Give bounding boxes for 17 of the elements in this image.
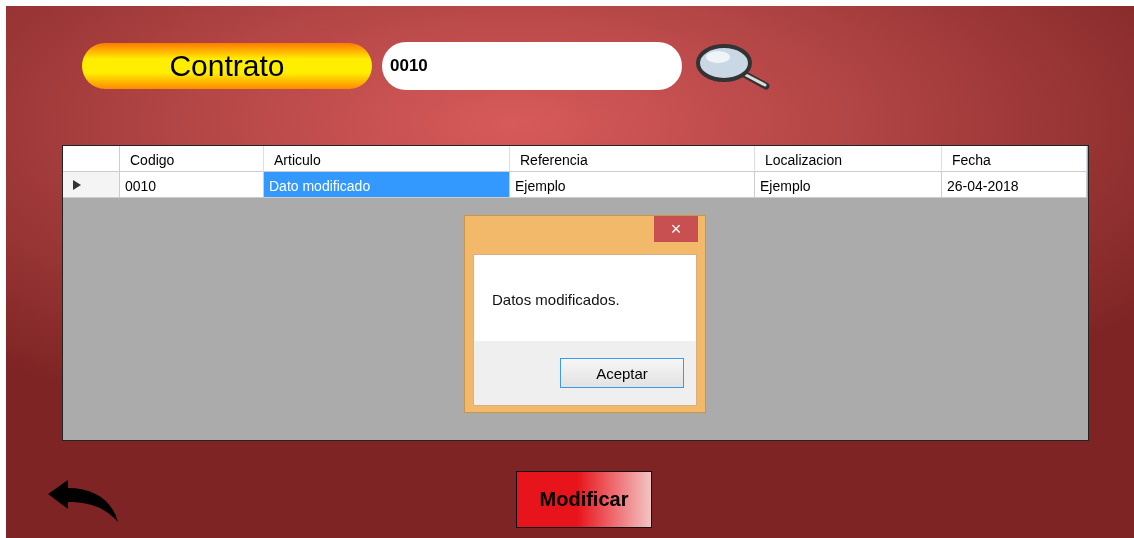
column-header[interactable]: Localizacion — [755, 146, 942, 172]
contract-label: Contrato — [82, 43, 372, 89]
accept-button[interactable]: Aceptar — [560, 358, 684, 388]
contract-input-field[interactable]: 0010 — [382, 42, 682, 90]
row-header[interactable] — [63, 172, 120, 198]
table-cell[interactable]: Ejemplo — [510, 172, 755, 198]
column-header[interactable]: Fecha — [942, 146, 1087, 172]
column-header[interactable]: Articulo — [264, 146, 510, 172]
table-cell[interactable]: Ejemplo — [755, 172, 942, 198]
table-cell[interactable]: 0010 — [120, 172, 264, 198]
close-button[interactable]: × — [654, 216, 698, 242]
column-header[interactable]: Codigo — [120, 146, 264, 172]
table-cell[interactable]: 26-04-2018 — [942, 172, 1087, 198]
modify-button[interactable]: Modificar — [516, 471, 652, 528]
search-icon[interactable] — [694, 42, 772, 90]
dialog-message: Datos modificados. — [492, 291, 620, 308]
column-header[interactable]: Referencia — [510, 146, 755, 172]
